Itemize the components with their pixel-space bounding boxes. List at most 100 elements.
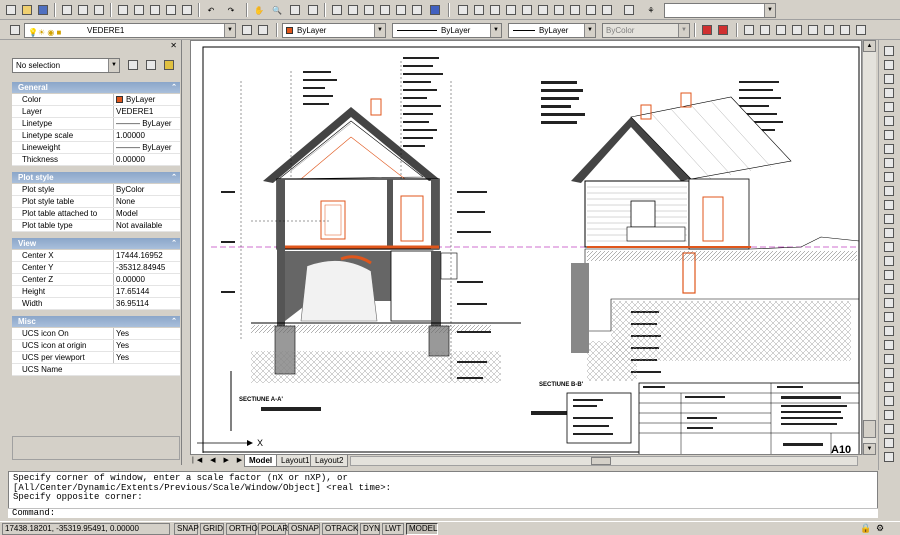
- property-row[interactable]: Plot table type Not available: [12, 220, 180, 232]
- layer-previous-icon[interactable]: [256, 23, 270, 37]
- save-icon[interactable]: [36, 3, 50, 17]
- point-icon[interactable]: [882, 226, 896, 240]
- revcloud-icon[interactable]: [882, 142, 896, 156]
- property-row[interactable]: Lineweight ——— ByLayer: [12, 142, 180, 154]
- matchprop-icon[interactable]: [164, 3, 178, 17]
- style-table-icon[interactable]: [774, 23, 788, 37]
- command-line[interactable]: Command:: [8, 508, 878, 518]
- status-polar-button[interactable]: POLAR: [258, 523, 288, 535]
- tab-layout2[interactable]: Layout2: [310, 455, 349, 467]
- text-align-icon[interactable]: [882, 436, 896, 450]
- xline-icon[interactable]: [882, 58, 896, 72]
- status-dyn-button[interactable]: DYN: [360, 523, 380, 535]
- zoom-previous-icon[interactable]: [306, 3, 320, 17]
- ellipse-icon[interactable]: [882, 170, 896, 184]
- cut-icon[interactable]: [116, 3, 130, 17]
- design-center-icon[interactable]: [346, 3, 360, 17]
- copy-icon[interactable]: [132, 3, 146, 17]
- property-value[interactable]: ByColor: [113, 184, 179, 195]
- status-otrack-button[interactable]: OTRACK: [322, 523, 358, 535]
- view-se-iso-icon[interactable]: [568, 3, 582, 17]
- color-combo[interactable]: ByLayer ▼: [282, 23, 386, 38]
- plotstyle-combo[interactable]: ByColor ▼: [602, 23, 690, 38]
- property-row[interactable]: UCS icon On Yes: [12, 328, 180, 340]
- sheet-set-icon[interactable]: [378, 3, 392, 17]
- view-ne-iso-icon[interactable]: [584, 3, 598, 17]
- view-nw-iso-icon[interactable]: [600, 3, 614, 17]
- property-value[interactable]: 36.95114: [113, 298, 179, 309]
- section-header-plot-style[interactable]: Plot style ⌃: [12, 172, 180, 183]
- property-value[interactable]: 1.00000: [113, 130, 179, 141]
- find-icon[interactable]: [882, 380, 896, 394]
- property-row[interactable]: Center Z 0.00000: [12, 274, 180, 286]
- section-header-general[interactable]: General ⌃: [12, 82, 180, 93]
- style-plot-icon[interactable]: [806, 23, 820, 37]
- tab-nav-icons[interactable]: |◀ ◀ ▶ ▶|: [192, 456, 250, 464]
- scroll-up-icon[interactable]: ▲: [863, 40, 876, 52]
- property-row[interactable]: Center X 17444.16952: [12, 250, 180, 262]
- scale-text-icon[interactable]: [882, 408, 896, 422]
- status-osnap-button[interactable]: OSNAP: [288, 523, 320, 535]
- status-model-button[interactable]: MODEL: [406, 523, 438, 535]
- drawing-canvas[interactable]: SECTIUNE A-A' SECTIUNE B-B' A10 X: [190, 40, 862, 455]
- property-row[interactable]: UCS icon at origin Yes: [12, 340, 180, 352]
- zoom-window-icon[interactable]: [288, 3, 302, 17]
- property-value[interactable]: 0.00000: [113, 154, 179, 165]
- tab-layout1[interactable]: Layout1: [276, 455, 315, 467]
- property-row[interactable]: Linetype ——— ByLayer: [12, 118, 180, 130]
- camera-icon[interactable]: [622, 3, 636, 17]
- property-row[interactable]: Thickness 0.00000: [12, 154, 180, 166]
- text-icon[interactable]: [882, 338, 896, 352]
- property-row[interactable]: Plot style ByColor: [12, 184, 180, 196]
- property-value[interactable]: Yes: [113, 352, 179, 363]
- property-value[interactable]: 0.00000: [113, 274, 179, 285]
- property-row[interactable]: Plot table attached to Model: [12, 208, 180, 220]
- view-right-icon[interactable]: [504, 3, 518, 17]
- markup-icon[interactable]: [394, 3, 408, 17]
- spline-icon[interactable]: [882, 156, 896, 170]
- rectangle-icon[interactable]: [882, 100, 896, 114]
- status-lwt-button[interactable]: LWT: [382, 523, 404, 535]
- view-top-icon[interactable]: [456, 3, 470, 17]
- quick-select-icon[interactable]: [162, 58, 176, 72]
- collapse-icon[interactable]: ⌃: [171, 316, 177, 327]
- circle-icon[interactable]: [882, 128, 896, 142]
- insert-block-icon[interactable]: [882, 198, 896, 212]
- status-snap-button[interactable]: SNAP: [174, 523, 199, 535]
- zoom-realtime-icon[interactable]: 🔍: [270, 3, 284, 17]
- coordinate-readout[interactable]: 17438.18201, -35319.95491, 0.00000: [2, 523, 170, 535]
- select-objects-icon[interactable]: [144, 58, 158, 72]
- named-views-combo[interactable]: ▼: [664, 3, 776, 18]
- view-back-icon[interactable]: [536, 3, 550, 17]
- hatch-icon[interactable]: [882, 240, 896, 254]
- collapse-icon[interactable]: ⌃: [171, 238, 177, 249]
- undo-icon[interactable]: ↶: [204, 3, 218, 17]
- scroll-down-icon[interactable]: ▼: [863, 443, 876, 455]
- text-style-icon[interactable]: [882, 366, 896, 380]
- palette-close-icon[interactable]: ✕: [170, 41, 177, 50]
- polygon-icon[interactable]: [882, 86, 896, 100]
- property-value[interactable]: ByLayer: [113, 94, 179, 105]
- open-icon[interactable]: [20, 3, 34, 17]
- lineweight-combo[interactable]: ByLayer ▼: [508, 23, 596, 38]
- view-sw-iso-icon[interactable]: [552, 3, 566, 17]
- style-view-icon[interactable]: [838, 23, 852, 37]
- property-value[interactable]: 17.65144: [113, 286, 179, 297]
- plot-icon[interactable]: [60, 3, 74, 17]
- ellipse-arc-icon[interactable]: [882, 184, 896, 198]
- property-row[interactable]: Width 36.95114: [12, 298, 180, 310]
- calculator-icon[interactable]: [410, 3, 424, 17]
- style-extra-icon[interactable]: [854, 23, 868, 37]
- section-header-misc[interactable]: Misc ⌃: [12, 316, 180, 327]
- view-bottom-icon[interactable]: [472, 3, 486, 17]
- text-edit-icon[interactable]: [882, 352, 896, 366]
- dimension-icon[interactable]: [882, 310, 896, 324]
- horizontal-scrollbar[interactable]: [350, 456, 858, 466]
- property-row[interactable]: Plot style table None: [12, 196, 180, 208]
- property-row[interactable]: Height 17.65144: [12, 286, 180, 298]
- pdf-export-icon[interactable]: [716, 23, 730, 37]
- pdf-icon[interactable]: [700, 23, 714, 37]
- view-left-icon[interactable]: [488, 3, 502, 17]
- block-editor-icon[interactable]: [180, 3, 194, 17]
- property-value[interactable]: Model: [113, 208, 179, 219]
